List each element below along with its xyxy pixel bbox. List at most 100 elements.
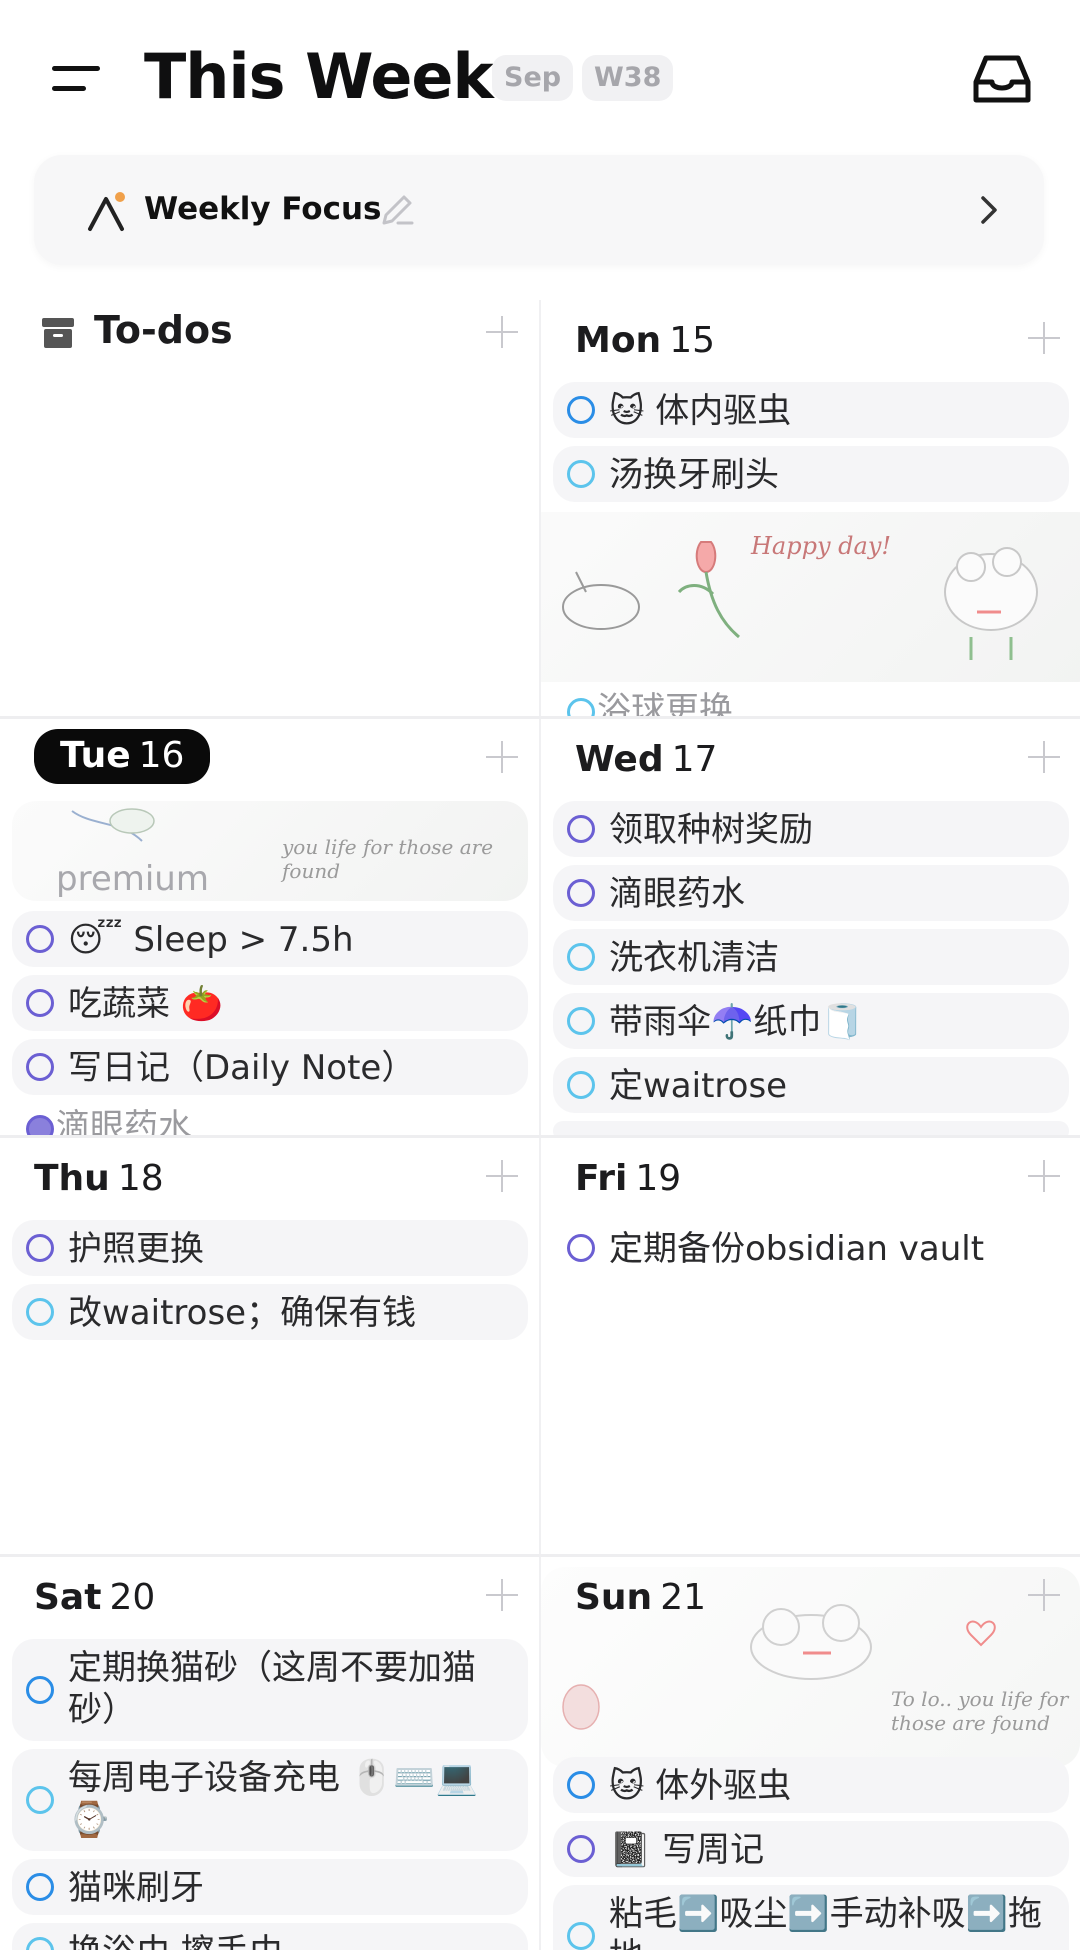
- add-task-plus-icon[interactable]: [1026, 1158, 1062, 1194]
- day-header-fri: Fri 19: [575, 1158, 682, 1199]
- checkbox-circle[interactable]: [567, 396, 595, 424]
- task-label: 定waitrose: [609, 1066, 788, 1106]
- add-task-plus-icon[interactable]: [484, 1158, 520, 1194]
- checkbox-circle[interactable]: [26, 1873, 54, 1901]
- checkbox-circle[interactable]: [26, 1786, 54, 1814]
- checkbox-circle[interactable]: [26, 1053, 54, 1081]
- pencil-icon[interactable]: [378, 191, 416, 229]
- checkbox-circle[interactable]: [567, 815, 595, 843]
- task-item[interactable]: 📓 写周记: [553, 1821, 1069, 1877]
- task-label: 领取种树奖励: [609, 810, 813, 850]
- task-label: 汤换牙刷头: [609, 455, 779, 495]
- task-label: 定期备份obsidian vault: [609, 1229, 985, 1269]
- task-item[interactable]: 带雨伞☂️纸巾🧻: [553, 993, 1069, 1049]
- focus-logo-icon: [88, 192, 125, 231]
- checkbox-circle[interactable]: [567, 1007, 595, 1035]
- checkbox-circle[interactable]: [567, 1071, 595, 1099]
- task-label: 🐱 体内驱虫: [609, 391, 792, 431]
- sticker-text: To lo.. you life for those are found: [891, 1687, 1069, 1735]
- page-title: This Week: [144, 40, 494, 113]
- task-label: 带雨伞☂️纸巾🧻: [609, 1002, 864, 1042]
- add-todo-plus-icon[interactable]: [484, 314, 520, 350]
- task-item[interactable]: 每周电子设备充电 🖱️⌨️💻⌚: [12, 1749, 528, 1851]
- task-item[interactable]: 换浴巾 擦手巾: [12, 1923, 528, 1950]
- day-header-wed: Wed 17: [575, 739, 718, 780]
- day-cell-fri: Fri 19 定期备份obsidian vault: [541, 1138, 1080, 1554]
- checkbox-circle[interactable]: [26, 925, 54, 953]
- clipped-task-label: 浴球更换: [597, 690, 733, 716]
- task-label: 粘毛➡️吸尘➡️手动补吸➡️拖地: [609, 1894, 1043, 1950]
- sticker-text: Happy day!: [751, 532, 892, 560]
- task-label: 写日记（Daily Note）: [68, 1048, 416, 1088]
- checkbox-circle[interactable]: [567, 698, 595, 716]
- checkbox-circle[interactable]: [567, 1234, 595, 1262]
- task-item[interactable]: 定waitrose: [553, 1057, 1069, 1113]
- task-label: 滴眼药水: [609, 874, 745, 914]
- week-chip[interactable]: W38: [582, 55, 674, 101]
- day-cell-tue: Tue 16 premium you life for those are fou…: [0, 719, 538, 1135]
- add-task-plus-icon[interactable]: [484, 1577, 520, 1613]
- task-label: 吃蔬菜 🍅: [68, 984, 224, 1024]
- day-cell-sat: Sat 20 定期换猫砂（这周不要加猫砂） 每周电子设备充电 🖱️⌨️💻⌚ 猫咪刷…: [0, 1557, 538, 1950]
- clipped-task-label: 滴眼药水: [56, 1107, 192, 1135]
- todos-title: To-dos: [94, 308, 233, 352]
- day-cell-sun: To lo.. you life for those are found Sun…: [541, 1557, 1080, 1950]
- day-header-sun: Sun 21: [575, 1577, 706, 1618]
- task-item[interactable]: 🐱 体外驱虫: [553, 1757, 1069, 1813]
- checkbox-circle[interactable]: [26, 1298, 54, 1326]
- checkbox-circle[interactable]: [567, 1835, 595, 1863]
- task-item[interactable]: 粘毛➡️吸尘➡️手动补吸➡️拖地: [553, 1885, 1069, 1950]
- clipped-task-label: 换浴巾 擦手巾: [68, 1931, 516, 1950]
- task-item[interactable]: 滴眼药水: [553, 865, 1069, 921]
- task-item[interactable]: 写日记（Daily Note）: [12, 1039, 528, 1095]
- weekly-focus-bar[interactable]: Weekly Focus: [34, 155, 1044, 265]
- task-item[interactable]: 定期换猫砂（这周不要加猫砂）: [12, 1639, 528, 1741]
- day-header-mon: Mon 15: [575, 320, 715, 361]
- day-header-tue-today: Tue 16: [34, 729, 211, 784]
- decorative-sticker: premium you life for those are found: [12, 801, 528, 901]
- day-header-thu: Thu 18: [34, 1158, 164, 1199]
- task-item[interactable]: 汤换牙刷头: [553, 446, 1069, 502]
- add-task-plus-icon[interactable]: [1026, 1577, 1062, 1613]
- decorative-sticker: Happy day!: [541, 512, 1080, 682]
- add-task-plus-icon[interactable]: [484, 739, 520, 775]
- task-item[interactable]: 🐱 体内驱虫: [553, 382, 1069, 438]
- task-item[interactable]: 领取种树奖励: [553, 801, 1069, 857]
- checkbox-circle[interactable]: [26, 989, 54, 1017]
- task-item[interactable]: 猫咪刷牙: [12, 1859, 528, 1915]
- add-task-plus-icon[interactable]: [1026, 739, 1062, 775]
- checkbox-circle[interactable]: [567, 879, 595, 907]
- task-label: 🐱 体外驱虫: [609, 1766, 792, 1806]
- task-label: 护照更换: [68, 1229, 204, 1269]
- task-label: 猫咪刷牙: [68, 1868, 204, 1908]
- task-item[interactable]: 改waitrose；确保有钱: [12, 1284, 528, 1340]
- checkbox-circle[interactable]: [567, 943, 595, 971]
- day-cell-thu: Thu 18 护照更换 改waitrose；确保有钱: [0, 1138, 538, 1554]
- checkbox-circle-checked[interactable]: [26, 1115, 54, 1135]
- task-item-clipped[interactable]: [553, 1121, 1069, 1135]
- sticker-text: you life for those are found: [282, 835, 494, 883]
- task-label: 📓 写周记: [609, 1830, 765, 1870]
- day-header-sat: Sat 20: [34, 1577, 156, 1618]
- task-item[interactable]: 护照更换: [12, 1220, 528, 1276]
- checkbox-circle[interactable]: [26, 1676, 54, 1704]
- task-item[interactable]: 定期备份obsidian vault: [553, 1220, 1069, 1276]
- add-task-plus-icon[interactable]: [1026, 320, 1062, 356]
- task-label: 定期换猫砂（这周不要加猫砂）: [68, 1648, 476, 1730]
- checkbox-circle[interactable]: [567, 460, 595, 488]
- month-chip[interactable]: Sep: [492, 55, 574, 101]
- checkbox-circle[interactable]: [567, 1922, 595, 1950]
- header: This Week Sep W38: [0, 0, 1080, 150]
- task-item[interactable]: 😴 Sleep > 7.5h: [12, 911, 528, 967]
- task-item[interactable]: 洗衣机清洁: [553, 929, 1069, 985]
- task-label: 😴 Sleep > 7.5h: [68, 920, 354, 960]
- chevron-right-icon[interactable]: [974, 193, 1004, 227]
- task-label: 每周电子设备充电 🖱️⌨️💻⌚: [68, 1758, 478, 1840]
- checkbox-circle[interactable]: [26, 1234, 54, 1262]
- menu-icon[interactable]: [52, 62, 102, 98]
- checkbox-circle[interactable]: [26, 1937, 54, 1950]
- checkbox-circle[interactable]: [567, 1771, 595, 1799]
- task-item[interactable]: 吃蔬菜 🍅: [12, 975, 528, 1031]
- task-label: 改waitrose；确保有钱: [68, 1293, 417, 1333]
- inbox-icon[interactable]: [970, 52, 1034, 106]
